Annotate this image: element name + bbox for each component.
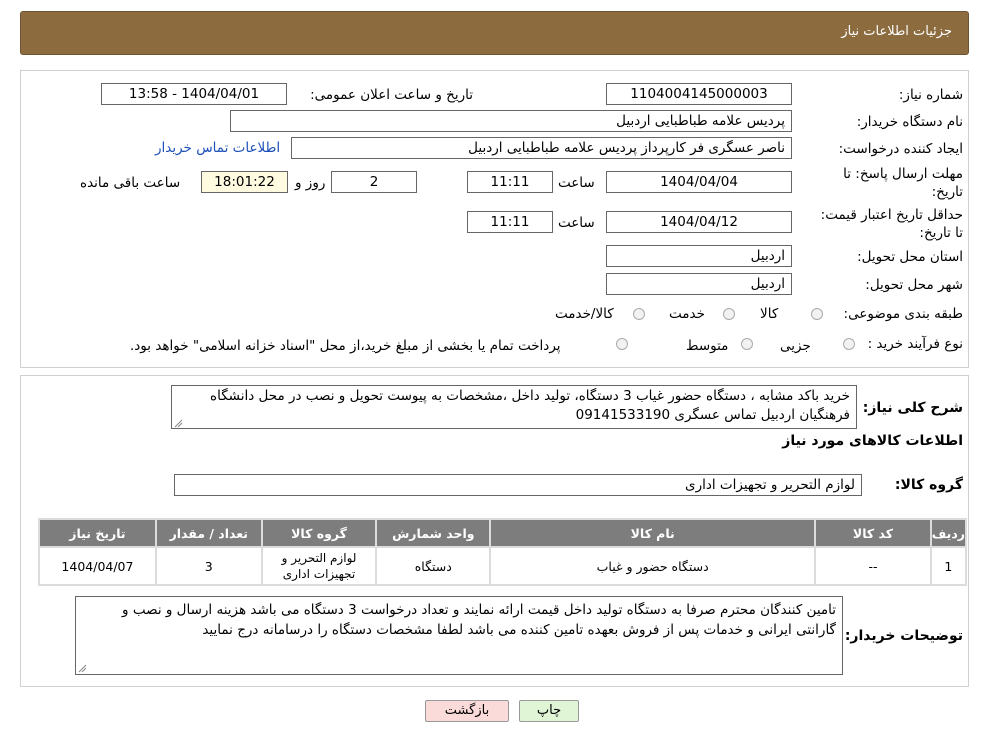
creator-field: ناصر عسگری فر کارپرداز پردیس علامه طباطب… <box>291 137 792 159</box>
process-option-minor: جزیی <box>780 338 811 354</box>
remaining-time-field: 18:01:22 <box>201 171 288 193</box>
process-radio-minor[interactable] <box>843 338 855 350</box>
announce-field: 1404/04/01 - 13:58 <box>101 83 287 105</box>
description-label: شرح کلی نیاز: <box>862 400 963 416</box>
col-header-date: تاریخ نیاز <box>40 520 155 546</box>
validity-date-field: 1404/04/12 <box>606 211 792 233</box>
cell-date: 1404/04/07 <box>40 548 155 584</box>
col-header-name: نام کالا <box>491 520 815 546</box>
table-row: 1 -- دستگاه حضور و غیاب دستگاه لوازم الت… <box>40 548 965 584</box>
process-option-medium: متوسط <box>686 338 729 354</box>
goods-group-field: لوازم التحریر و تجهیزات اداری <box>174 474 862 496</box>
cell-row: 1 <box>931 548 965 584</box>
goods-section-title: اطلاعات کالاهای مورد نیاز <box>782 433 963 449</box>
col-header-group: گروه کالا <box>262 520 376 546</box>
goods-table: ردیف کد کالا نام کالا واحد شمارش گروه کا… <box>38 518 967 586</box>
resize-handle-icon[interactable] <box>174 419 183 428</box>
category-option-goods: کالا <box>760 306 779 322</box>
category-option-service: خدمت <box>669 306 705 322</box>
col-header-row: ردیف <box>931 520 965 546</box>
buyer-notes-field: تامین کنندگان محترم صرفا به دستگاه تولید… <box>75 596 843 675</box>
col-header-quantity: تعداد / مقدار <box>156 520 261 546</box>
cell-name: دستگاه حضور و غیاب <box>491 548 815 584</box>
category-label: طبقه بندی موضوعی: <box>843 306 963 322</box>
process-label: نوع فرآیند خرید : <box>867 336 963 352</box>
buyer-org-label: نام دستگاه خریدار: <box>856 114 963 130</box>
days-field: 2 <box>331 171 417 193</box>
need-number-label: شماره نیاز: <box>898 87 963 103</box>
creator-label: ایجاد کننده درخواست: <box>838 141 963 157</box>
province-field: اردبیل <box>606 245 792 267</box>
treasury-checkbox[interactable] <box>616 338 628 350</box>
remaining-label: ساعت باقی مانده <box>80 175 181 191</box>
col-header-unit: واحد شمارش <box>377 520 490 546</box>
print-button[interactable]: چاپ <box>519 700 579 722</box>
province-label: استان محل تحویل: <box>857 249 963 265</box>
col-header-code: کد کالا <box>816 520 930 546</box>
buyer-contact-link[interactable]: اطلاعات تماس خریدار <box>155 140 280 156</box>
deadline-label: مهلت ارسال پاسخ: تا تاریخ: <box>843 166 963 200</box>
goods-group-label: گروه کالا: <box>894 477 963 493</box>
category-radio-goods-service[interactable] <box>633 308 645 320</box>
validity-time-field: 11:11 <box>467 211 553 233</box>
category-option-goods-service: کالا/خدمت <box>555 306 614 322</box>
cell-quantity: 3 <box>156 548 261 584</box>
back-button[interactable]: بازگشت <box>425 700 509 722</box>
process-radio-medium[interactable] <box>741 338 753 350</box>
process-note: پرداخت تمام یا بخشی از مبلغ خرید،از محل … <box>130 338 561 354</box>
page-title: جزئیات اطلاعات نیاز <box>841 24 952 39</box>
category-radio-service[interactable] <box>723 308 735 320</box>
days-label: روز و <box>295 175 326 191</box>
deadline-time-field: 11:11 <box>467 171 553 193</box>
description-field: خرید باکد مشابه ، دستگاه حضور غیاب 3 دست… <box>171 385 857 429</box>
category-radio-goods[interactable] <box>811 308 823 320</box>
page-header: جزئیات اطلاعات نیاز <box>20 11 969 55</box>
resize-handle-icon[interactable] <box>78 664 87 673</box>
validity-time-label: ساعت <box>558 215 595 231</box>
cell-unit: دستگاه <box>377 548 490 584</box>
deadline-date-field: 1404/04/04 <box>606 171 792 193</box>
need-number-field: 1104004145000003 <box>606 83 792 105</box>
cell-code: -- <box>816 548 930 584</box>
cell-group: لوازم التحریر و تجهیزات اداری <box>262 548 376 584</box>
city-label: شهر محل تحویل: <box>865 277 963 293</box>
table-header-row: ردیف کد کالا نام کالا واحد شمارش گروه کا… <box>40 520 965 546</box>
buyer-notes-label: توضیحات خریدار: <box>844 628 963 644</box>
validity-label: حداقل تاریخ اعتبار قیمت: تا تاریخ: <box>820 207 963 241</box>
buyer-org-field: پردیس علامه طباطبایی اردبیل <box>230 110 792 132</box>
city-field: اردبیل <box>606 273 792 295</box>
announce-label: تاریخ و ساعت اعلان عمومی: <box>310 87 473 103</box>
deadline-time-label: ساعت <box>558 175 595 191</box>
